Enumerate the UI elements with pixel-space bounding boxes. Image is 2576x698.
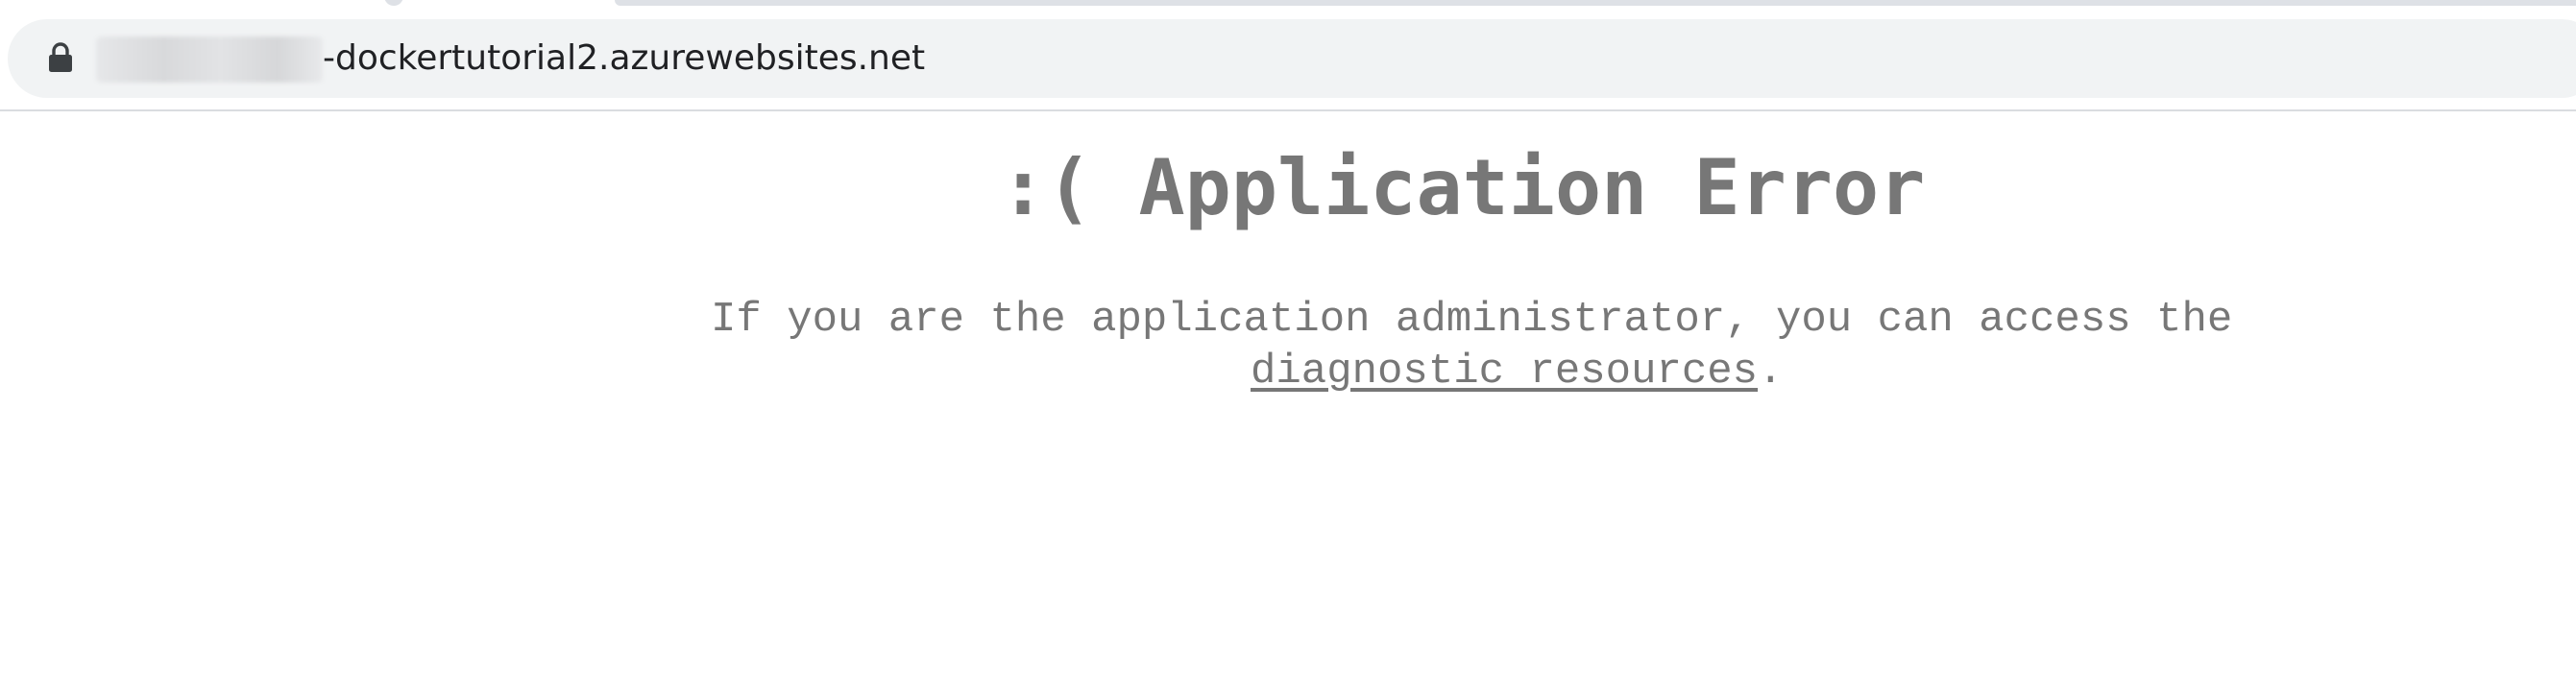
page-title: :( Application Error (1000, 143, 1926, 232)
message-end: . (1758, 348, 1784, 396)
browser-toolbar: -dockertutorial2.azurewebsites.net (0, 0, 2576, 111)
tab-edge (384, 0, 403, 6)
tab-strip (0, 0, 2576, 8)
url-text[interactable]: -dockertutorial2.azurewebsites.net (323, 33, 925, 84)
redacted-subdomain (96, 36, 323, 83)
lock-icon[interactable] (48, 42, 73, 73)
diagnostic-resources-link[interactable]: diagnostic resources (1251, 348, 1758, 396)
inactive-tab-area[interactable] (615, 0, 2576, 6)
error-message-line: If you are the application administrator… (711, 296, 2233, 344)
page-content: :( Application Error If you are the appl… (0, 111, 2576, 698)
error-message-line-2: diagnostic resources. (1251, 346, 1784, 397)
